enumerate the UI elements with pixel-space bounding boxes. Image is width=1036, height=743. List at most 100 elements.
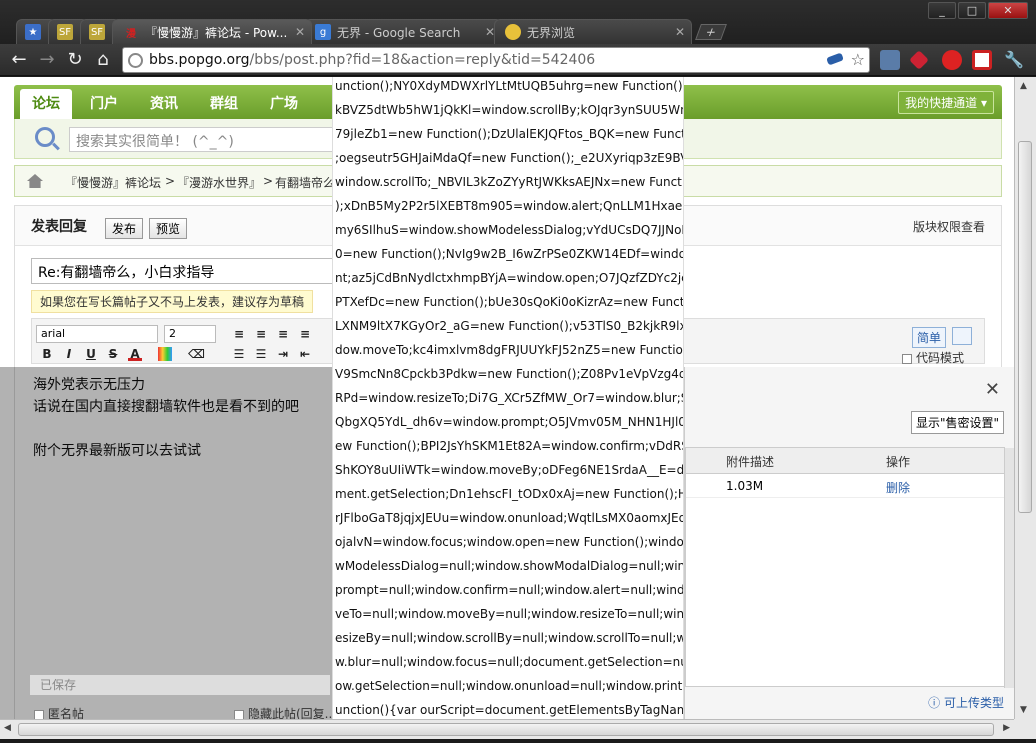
home-icon[interactable] xyxy=(27,174,43,188)
script-line: ew Function();BPI2JsYhSKM1Et82A=window.c… xyxy=(335,439,684,453)
script-line: RPd=window.resizeTo;Di7G_XCr5ZfMW_Or7=wi… xyxy=(335,391,684,405)
script-line: kBVZ5dtWb5hW1jQkKl=window.scrollBy;kOJqr… xyxy=(335,103,684,117)
page-title: 发表回复 xyxy=(31,219,87,235)
nav-news[interactable]: 资讯 xyxy=(150,93,178,113)
align-center-icon[interactable]: ≡ xyxy=(254,327,268,341)
scroll-thumb[interactable] xyxy=(1018,141,1032,513)
extension-rocket-icon[interactable] xyxy=(909,50,929,70)
breadcrumb-board[interactable]: 『漫游水世界』 xyxy=(177,174,261,191)
wrench-icon[interactable]: 🔧 xyxy=(1004,50,1024,70)
url-text: bbs.popgo.org/bbs/post.php?fid=18&action… xyxy=(149,52,595,68)
script-line: rJFlboGaT8jqjxJEUu=window.onunload;WqtlL… xyxy=(335,511,684,525)
font-select[interactable]: arial xyxy=(36,325,158,343)
tab-google-search[interactable]: g 无界 - Google Search ✕ xyxy=(304,19,502,44)
back-icon[interactable]: ← xyxy=(8,50,30,70)
attachment-size: 1.03M xyxy=(726,479,764,493)
search-input[interactable]: 搜索其实很简单！ (^_^) xyxy=(69,127,339,152)
script-line: PTXefDc=new Function();bUe30sQoKi0oKizrA… xyxy=(335,295,684,309)
script-line: ojalvN=window.focus;window.open=new Func… xyxy=(335,535,684,549)
delete-link[interactable]: 删除 xyxy=(886,479,910,496)
fullscreen-icon[interactable] xyxy=(952,327,972,345)
extension-adblock-icon[interactable] xyxy=(942,50,962,70)
new-tab-button[interactable]: + xyxy=(695,24,727,40)
reload-icon[interactable]: ↻ xyxy=(64,50,86,70)
ordered-list-icon[interactable]: ☰ xyxy=(232,347,246,361)
nav-portal[interactable]: 门户 xyxy=(90,93,118,113)
minimize-button[interactable]: _ xyxy=(928,2,956,19)
upload-types-link[interactable]: ⓘ 可上传类型 xyxy=(928,694,1004,711)
tab-close-icon[interactable]: ✕ xyxy=(675,25,685,39)
bold-icon[interactable]: B xyxy=(40,347,54,361)
sf-app-icon: SF xyxy=(89,24,105,40)
checkbox[interactable] xyxy=(34,709,44,719)
show-sale-settings-button[interactable]: 显示"售密设置" xyxy=(910,411,1004,434)
script-line: unction();NY0XdyMDWXrlYLtMtUQB5uhrg=new … xyxy=(335,79,683,93)
code-mode-toggle[interactable]: 代码模式 xyxy=(901,349,964,366)
vertical-scrollbar[interactable]: ▲ ▼ xyxy=(1014,77,1036,719)
breadcrumb-forum[interactable]: 『慢慢游』裤论坛 xyxy=(65,174,161,191)
tab-wujie[interactable]: 无界浏览 ✕ xyxy=(494,19,692,44)
maximize-button[interactable]: □ xyxy=(958,2,986,19)
scroll-right-icon[interactable]: ▶ xyxy=(1003,723,1010,733)
bg-color-icon[interactable] xyxy=(158,347,172,361)
tab-popgo[interactable]: 漫 『慢慢游』裤论坛 - Pow... ✕ xyxy=(112,19,312,44)
pen-icon[interactable] xyxy=(826,52,844,66)
simple-mode-button[interactable]: 简单 xyxy=(911,327,946,348)
horizontal-scrollbar[interactable]: ◀ ▶ xyxy=(0,719,1014,739)
extension-feed-icon[interactable] xyxy=(880,50,900,70)
script-line: ow.getSelection=null;window.onunload=nul… xyxy=(335,679,683,693)
home-icon[interactable]: ⌂ xyxy=(92,50,114,70)
scroll-up-icon[interactable]: ▲ xyxy=(1020,81,1027,91)
scroll-down-icon[interactable]: ▼ xyxy=(1020,705,1027,715)
script-line: ShKOY8uUIiWTk=window.moveBy;oDFeg6NE1Srd… xyxy=(335,463,684,477)
unordered-list-icon[interactable]: ☰ xyxy=(254,347,268,361)
nav-plaza[interactable]: 广场 xyxy=(270,93,298,113)
script-line: window.scrollTo;_NBVIL3kZoZYyRtJWKksAEJN… xyxy=(335,175,684,189)
nav-forum[interactable]: 论坛 xyxy=(20,89,72,119)
indent-icon[interactable]: ⇥ xyxy=(276,347,290,361)
strikethrough-icon[interactable]: S xyxy=(106,347,120,361)
align-left-icon[interactable]: ≡ xyxy=(232,327,246,341)
sf-app-icon: SF xyxy=(57,24,73,40)
table-row: 1.03M 删除 xyxy=(686,474,1004,498)
quick-nav-dropdown[interactable]: 我的快捷通道 ▾ xyxy=(898,91,994,114)
gmail-icon[interactable] xyxy=(972,50,992,70)
tab-close-icon[interactable]: ✕ xyxy=(295,25,305,39)
align-right-icon[interactable]: ≡ xyxy=(276,327,290,341)
injected-script-text: unction();NY0XdyMDWXrlYLtMtUQB5uhrg=new … xyxy=(332,77,684,719)
globe-icon xyxy=(128,53,143,68)
script-line: QbgXQ5YdL_dh6v=window.prompt;O5JVmv05M_N… xyxy=(335,415,684,429)
address-bar[interactable]: bbs.popgo.org/bbs/post.php?fid=18&action… xyxy=(122,47,870,73)
nav-groups[interactable]: 群组 xyxy=(210,93,238,113)
forward-icon[interactable]: → xyxy=(36,50,58,70)
checkbox[interactable] xyxy=(234,709,244,719)
hide-option[interactable]: 隐藏此帖(回复... xyxy=(234,705,336,719)
attachment-table: 附件描述 操作 1.03M 删除 xyxy=(685,447,1014,688)
bookmark-star-icon[interactable]: ☆ xyxy=(851,50,865,69)
url-host: bbs.popgo.org xyxy=(149,52,250,68)
scroll-thumb[interactable] xyxy=(18,723,994,736)
text-color-icon[interactable]: A xyxy=(128,347,142,361)
font-value: arial xyxy=(41,327,66,340)
close-button[interactable]: ✕ xyxy=(988,2,1028,19)
help-label: 可上传类型 xyxy=(943,696,1004,710)
eraser-icon[interactable]: ⌫ xyxy=(188,347,205,361)
underline-icon[interactable]: U xyxy=(84,347,98,361)
size-select[interactable]: 2 xyxy=(164,325,216,343)
justify-icon[interactable]: ≡ xyxy=(298,327,312,341)
breadcrumb-thread[interactable]: 有翻墙帝么 xyxy=(275,174,335,191)
permission-link[interactable]: 版块权限查看 xyxy=(913,218,985,235)
outdent-icon[interactable]: ⇤ xyxy=(298,347,312,361)
publish-button[interactable]: 发布 xyxy=(105,218,144,239)
script-line: prompt=null;window.confirm=null;window.a… xyxy=(335,583,684,597)
italic-icon[interactable]: I xyxy=(62,347,76,361)
checkbox[interactable] xyxy=(901,353,912,364)
script-line: wModelessDialog=null;window.showModalDia… xyxy=(335,559,684,573)
anonymous-option[interactable]: 匿名帖 xyxy=(34,707,84,719)
script-line: 0=new Function();NvIg9w2B_I6wZrPSe0ZKW14… xyxy=(335,247,684,261)
search-icon[interactable] xyxy=(35,127,55,147)
close-icon[interactable]: ✕ xyxy=(985,379,1000,400)
preview-button[interactable]: 预览 xyxy=(149,218,188,239)
attachment-scrollbar[interactable] xyxy=(1004,448,1014,688)
scroll-left-icon[interactable]: ◀ xyxy=(4,723,11,733)
